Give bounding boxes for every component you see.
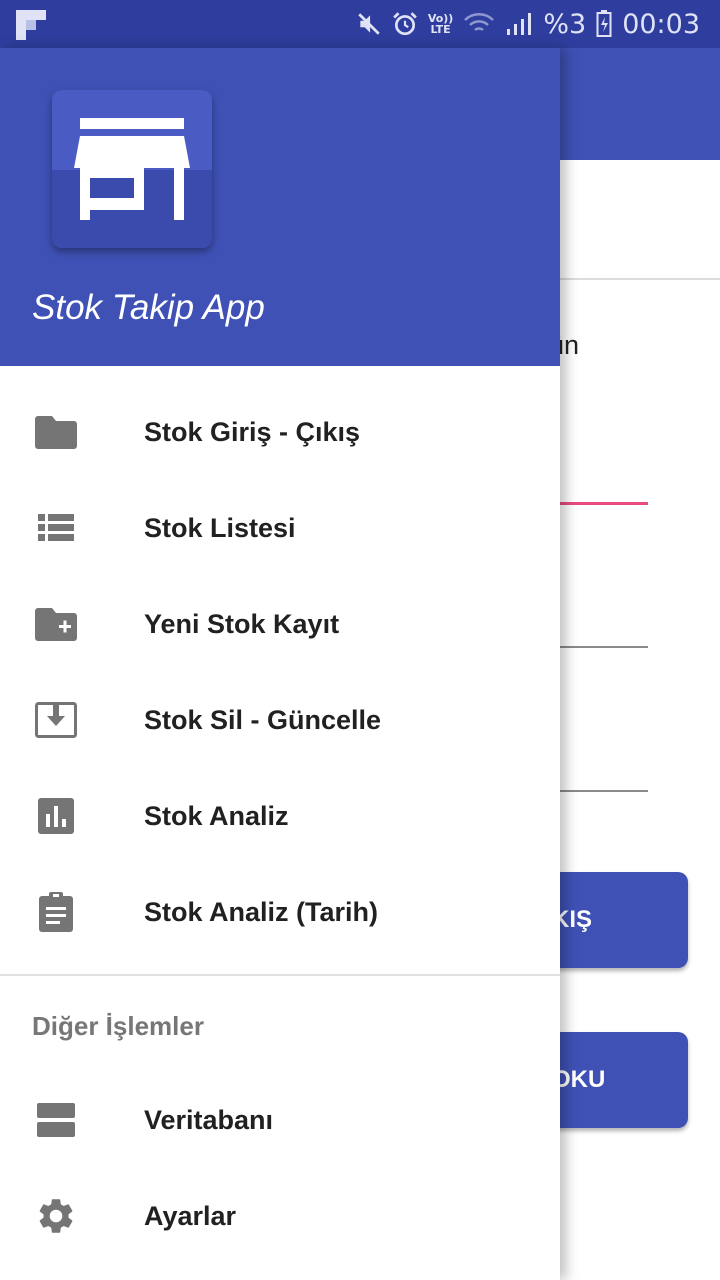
menu-item-veritabani[interactable]: Veritabanı	[0, 1072, 560, 1168]
clock: 00:03	[622, 8, 700, 40]
volte-icon: Vo)) LTE	[427, 12, 454, 36]
drawer-menu: Stok Giriş - Çıkış Stok Listesi Yeni Sto…	[0, 384, 560, 960]
menu-divider	[0, 974, 560, 976]
menu-item-label: Ayarlar	[144, 1200, 237, 1231]
signal-icon	[507, 13, 532, 35]
mute-icon	[358, 13, 380, 35]
storage-icon	[32, 1100, 80, 1140]
menu-item-stok-analiz[interactable]: Stok Analiz	[0, 768, 560, 864]
section-title: Diğer İşlemler	[32, 1011, 204, 1041]
menu-item-stok-listesi[interactable]: Stok Listesi	[0, 480, 560, 576]
menu-item-label: Stok Analiz	[144, 800, 289, 831]
download-box-icon	[32, 700, 80, 740]
store-icon	[52, 90, 212, 248]
alarm-icon	[393, 12, 417, 36]
navigation-drawer: Stok Takip App Stok Giriş - Çıkış Stok L…	[0, 48, 560, 1280]
menu-item-stok-analiz-tarih[interactable]: Stok Analiz (Tarih)	[0, 864, 560, 960]
menu-item-stok-sil-guncelle[interactable]: Stok Sil - Güncelle	[0, 672, 560, 768]
menu-item-label: Stok Analiz (Tarih)	[144, 896, 379, 927]
gear-icon	[32, 1196, 80, 1236]
content-divider	[560, 278, 720, 280]
drawer-header: Stok Takip App	[0, 48, 560, 366]
menu-item-ayarlar[interactable]: Ayarlar	[0, 1168, 560, 1264]
clipboard-icon	[32, 892, 80, 932]
status-bar: Vo)) LTE %3 00:03	[0, 0, 720, 48]
drawer-app-title: Stok Takip App	[32, 288, 265, 327]
menu-item-stok-giris-cikis[interactable]: Stok Giriş - Çıkış	[0, 384, 560, 480]
drawer-menu-other: Veritabanı Ayarlar	[0, 1072, 560, 1264]
bar-chart-icon	[32, 796, 80, 836]
menu-item-label: Stok Sil - Güncelle	[144, 704, 382, 735]
folder-add-icon	[32, 604, 80, 644]
flipboard-icon	[16, 10, 46, 40]
list-icon	[32, 508, 80, 548]
menu-item-label: Stok Giriş - Çıkış	[144, 416, 361, 447]
battery-percent: %3	[543, 8, 587, 40]
menu-item-label: Yeni Stok Kayıt	[144, 608, 340, 639]
menu-item-yeni-stok-kayit[interactable]: Yeni Stok Kayıt	[0, 576, 560, 672]
wifi-icon	[464, 13, 495, 32]
menu-item-label: Stok Listesi	[144, 512, 296, 543]
menu-item-label: Veritabanı	[144, 1104, 274, 1135]
folder-icon	[32, 412, 80, 452]
battery-icon	[596, 10, 612, 37]
